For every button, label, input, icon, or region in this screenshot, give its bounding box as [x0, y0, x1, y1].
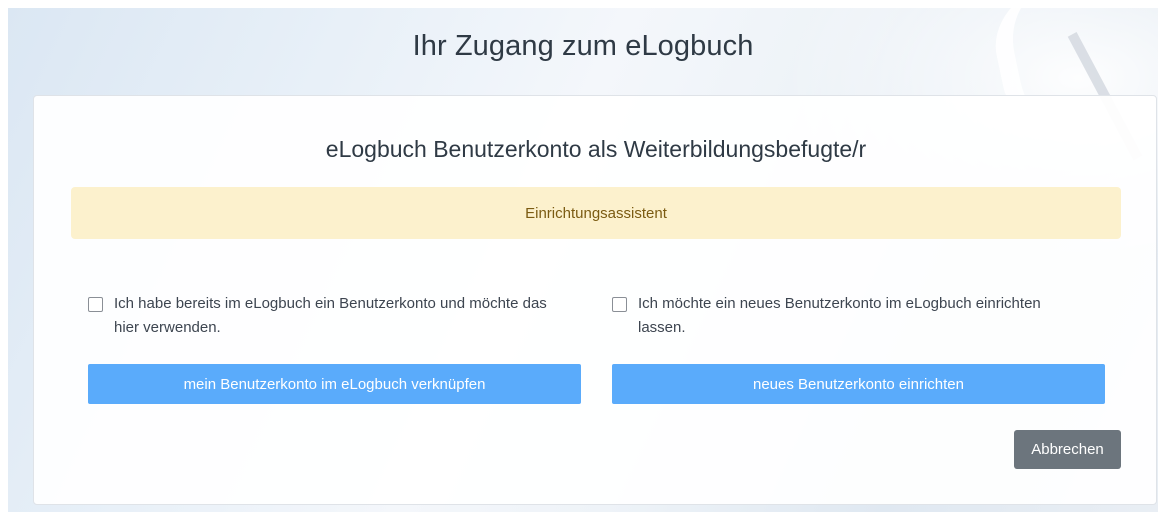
alert-text: Einrichtungsassistent: [525, 204, 667, 222]
option-new-account: Ich möchte ein neues Benutzerkonto im eL…: [612, 292, 1092, 340]
link-account-button[interactable]: mein Benutzerkonto im eLogbuch verknüpfe…: [88, 364, 581, 404]
create-account-button[interactable]: neues Benutzerkonto einrichten: [612, 364, 1105, 404]
create-account-button-label: neues Benutzerkonto einrichten: [753, 375, 964, 393]
setup-card: eLogbuch Benutzerkonto als Weiterbildung…: [33, 95, 1157, 505]
new-account-checkbox[interactable]: [612, 297, 627, 312]
link-account-button-label: mein Benutzerkonto im eLogbuch verknüpfe…: [183, 375, 486, 393]
setup-wizard-alert: Einrichtungsassistent: [71, 187, 1121, 239]
card-title: eLogbuch Benutzerkonto als Weiterbildung…: [325, 136, 867, 162]
existing-account-checkbox[interactable]: [88, 297, 103, 312]
page-title: Ihr Zugang zum eLogbuch: [412, 30, 754, 62]
new-account-label: Ich möchte ein neues Benutzerkonto im eL…: [638, 295, 1041, 336]
option-existing-account: Ich habe bereits im eLogbuch ein Benutze…: [88, 292, 568, 340]
existing-account-label: Ich habe bereits im eLogbuch ein Benutze…: [114, 295, 547, 336]
cancel-button[interactable]: Abbrechen: [1014, 430, 1121, 469]
cancel-button-label: Abbrechen: [1031, 441, 1104, 458]
